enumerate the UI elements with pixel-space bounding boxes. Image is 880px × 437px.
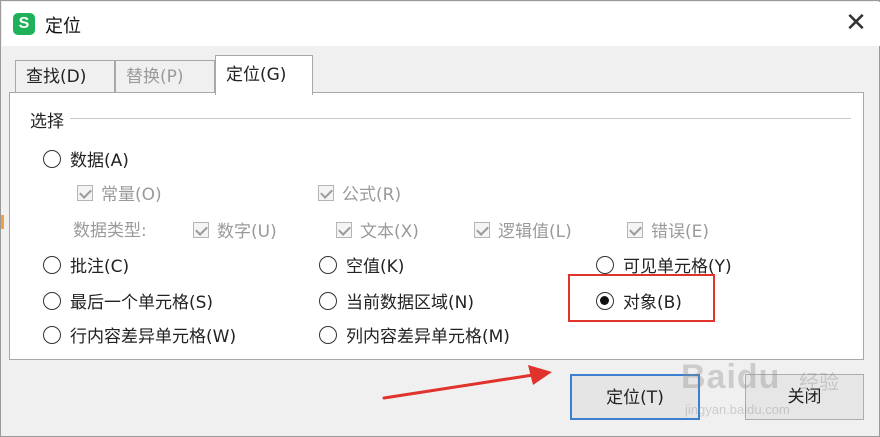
arrow-head (528, 365, 552, 385)
pointer-arrow-icon (382, 365, 552, 400)
arrow-shaft (382, 373, 535, 400)
locate-dialog: S 定位 ✕ 查找(D) 替换(P) 定位(G) 选择 数据(A) 常量(O) … (0, 0, 880, 437)
